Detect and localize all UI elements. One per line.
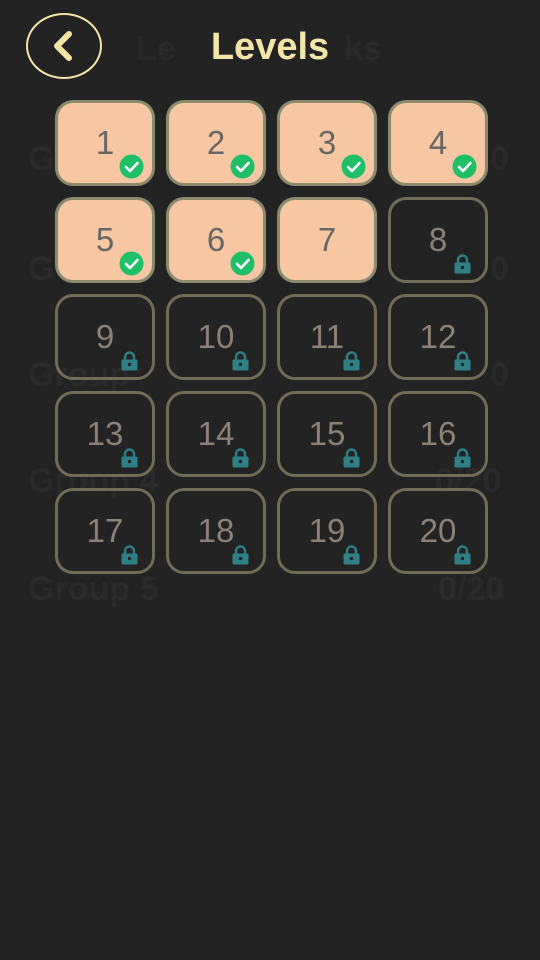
level-tile: 13 xyxy=(55,391,155,477)
level-number: 1 xyxy=(95,124,115,161)
level-number: 11 xyxy=(309,318,345,355)
level-tile: 12 xyxy=(388,294,488,380)
level-tile: 20 xyxy=(388,488,488,574)
level-tile[interactable]: 4 xyxy=(388,100,488,186)
level-tile: 16 xyxy=(388,391,488,477)
level-tile[interactable]: 1 xyxy=(55,100,155,186)
check-icon xyxy=(119,251,144,276)
level-number: 17 xyxy=(86,512,124,549)
lock-icon xyxy=(343,351,360,371)
level-tile: 18 xyxy=(166,488,266,574)
level-grid: 1 2 3 4 5 6 7 8 9 10 11 12 13 14 15 16 17 18 19 20 xyxy=(55,100,488,574)
level-number: 18 xyxy=(197,512,235,549)
lock-icon xyxy=(343,448,360,468)
check-icon xyxy=(230,251,255,276)
level-number: 19 xyxy=(308,512,346,549)
page-title: Levels xyxy=(210,26,330,68)
lock-icon xyxy=(454,545,471,565)
ghost-count-1: 0 xyxy=(490,140,509,178)
level-tile: 14 xyxy=(166,391,266,477)
ghost-count-5: 0/20 xyxy=(438,570,505,608)
level-tile: 10 xyxy=(166,294,266,380)
level-number: 6 xyxy=(206,221,226,258)
level-tile[interactable]: 3 xyxy=(277,100,377,186)
level-number: 9 xyxy=(95,318,115,355)
level-number: 5 xyxy=(95,221,115,258)
level-number: 20 xyxy=(419,512,457,549)
lock-icon xyxy=(454,254,471,274)
check-icon xyxy=(119,154,144,179)
check-icon xyxy=(452,154,477,179)
lock-icon xyxy=(232,448,249,468)
level-number: 2 xyxy=(206,124,226,161)
level-number: 4 xyxy=(428,124,448,161)
level-tile: 17 xyxy=(55,488,155,574)
lock-icon xyxy=(121,448,138,468)
level-number: 12 xyxy=(419,318,457,355)
level-tile: 19 xyxy=(277,488,377,574)
level-tile: 8 xyxy=(388,197,488,283)
level-tile: 11 xyxy=(277,294,377,380)
level-number: 8 xyxy=(428,221,448,258)
level-number: 3 xyxy=(317,124,337,161)
check-icon xyxy=(230,154,255,179)
level-number: 10 xyxy=(197,318,235,355)
level-tile[interactable]: 7 xyxy=(277,197,377,283)
ghost-group-2: G xyxy=(28,250,55,288)
lock-icon xyxy=(232,351,249,371)
check-icon xyxy=(341,154,366,179)
level-number: 13 xyxy=(86,415,124,452)
level-number: 15 xyxy=(308,415,346,452)
level-number: 14 xyxy=(197,415,235,452)
lock-icon xyxy=(454,351,471,371)
ghost-count-3: 0 xyxy=(490,356,509,394)
level-tile: 9 xyxy=(55,294,155,380)
lock-icon xyxy=(343,545,360,565)
level-number: 7 xyxy=(317,221,337,258)
ghost-count-2: 0 xyxy=(490,250,509,288)
lock-icon xyxy=(121,545,138,565)
ghost-group-5: Group 5 xyxy=(28,570,159,608)
ghost-group-1: G xyxy=(28,140,55,178)
level-tile: 15 xyxy=(277,391,377,477)
lock-icon xyxy=(232,545,249,565)
lock-icon xyxy=(454,448,471,468)
lock-icon xyxy=(121,351,138,371)
level-tile[interactable]: 5 xyxy=(55,197,155,283)
level-number: 16 xyxy=(419,415,457,452)
level-tile[interactable]: 2 xyxy=(166,100,266,186)
level-tile[interactable]: 6 xyxy=(166,197,266,283)
